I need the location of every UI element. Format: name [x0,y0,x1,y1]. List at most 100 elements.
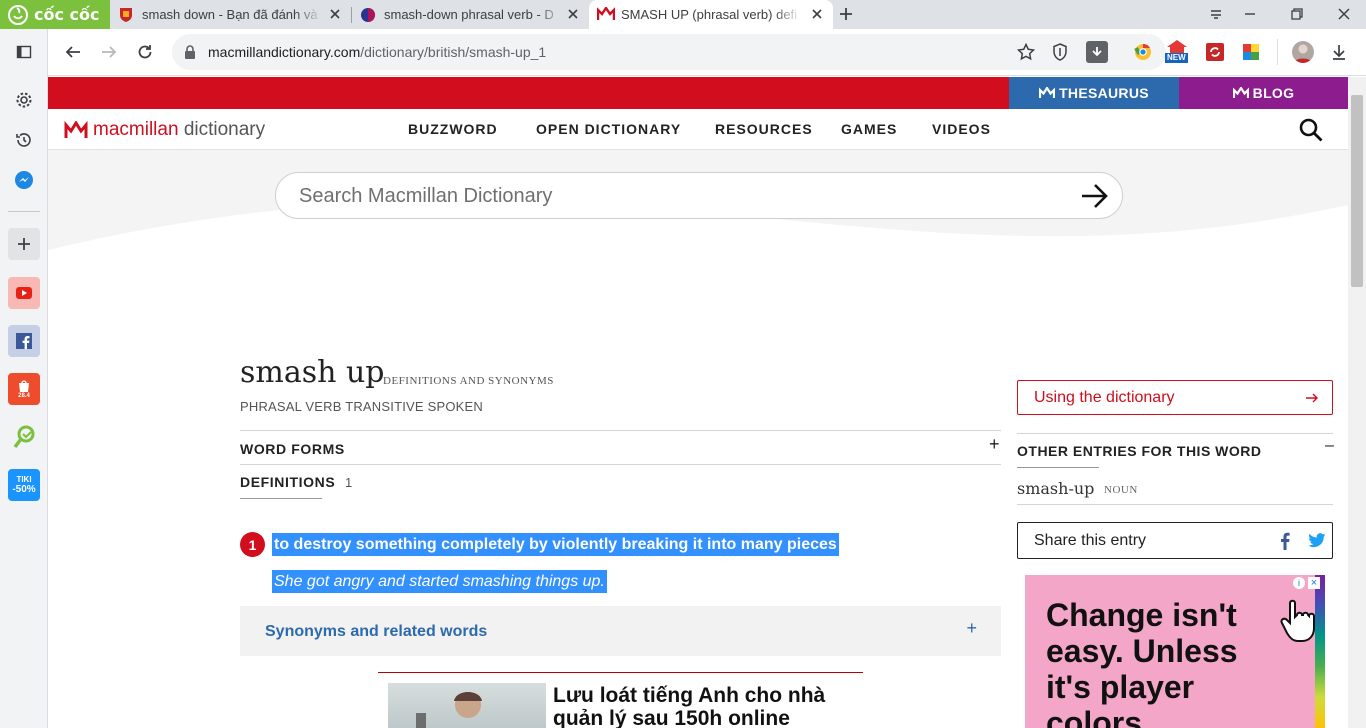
back-arrow-icon[interactable] [65,44,81,60]
coccoc-dictionary-icon[interactable] [8,421,40,453]
nav-open-dictionary[interactable]: OPEN DICTIONARY [536,121,681,137]
example-sentence: She got angry and started smashing thing… [272,570,607,593]
tiki-sale: -50% [12,484,36,495]
downloads-icon[interactable] [1331,44,1347,60]
messenger-icon[interactable] [8,164,40,196]
nav-videos[interactable]: VIDEOS [932,121,991,137]
search-submit-arrow-icon[interactable] [1080,182,1110,210]
site-search-icon[interactable] [1299,118,1323,142]
reload-icon[interactable] [137,44,153,60]
entry-headword: smash up [240,355,385,390]
arrow-right-icon [1305,392,1319,404]
page-scrollbar[interactable] [1348,77,1366,728]
coccoc-logo-icon [8,4,28,25]
forward-arrow-icon[interactable] [101,44,117,60]
side-ad-text: Change isn't easy. Unless it's player co… [1046,597,1238,728]
bookmark-star-icon[interactable] [1017,43,1035,61]
tab-smash-down-vi[interactable]: smash down - Bạn đã đánh và [110,0,351,29]
color-palette-extension-icon[interactable] [1242,43,1260,61]
ad-divider [378,672,863,673]
browser-toolbar: macmillandictionary.com/dictionary/briti… [48,29,1366,76]
facebook-icon[interactable] [8,325,40,357]
site-nav: macmillan dictionary BUZZWORD OPEN DICTI… [48,109,1348,150]
share-label: Share this entry [1034,532,1147,549]
word-forms-toggle[interactable]: WORD FORMS [240,441,345,457]
close-tab-icon[interactable] [809,6,825,22]
sidebar-toggle-icon[interactable] [8,36,40,68]
dictionary-search-input[interactable] [299,183,1039,209]
ad-thumbnail-image[interactable] [388,683,546,728]
logo-part2: dictionary [183,119,266,140]
thesaurus-link[interactable]: THESAURUS [1009,77,1179,109]
tab-smash-up-active[interactable]: SMASH UP (phrasal verb) defi [589,0,833,29]
cambridge-shield-icon [118,7,134,23]
address-bar[interactable]: macmillandictionary.com/dictionary/briti… [172,34,1166,70]
url-text: macmillandictionary.com/dictionary/briti… [208,44,546,60]
tiki-icon[interactable]: TIKI -50% [8,469,40,501]
toolbar-divider [1277,39,1278,65]
adchoices-info-icon[interactable]: i [1293,577,1305,589]
nav-resources[interactable]: RESOURCES [715,121,813,137]
nav-buzzword[interactable]: BUZZWORD [408,121,498,137]
facebook-share-icon[interactable] [1280,532,1290,550]
ad-close-icon[interactable]: × [1308,577,1320,589]
download-page-icon[interactable] [1086,41,1108,63]
entry-pos-labels: PHRASAL VERB TRANSITIVE SPOKEN [240,399,483,414]
window-close-button[interactable] [1336,6,1352,22]
definition-number-badge: 1 [240,532,265,557]
dictionary-globe-icon [360,7,376,23]
macmillan-logo-icon [597,6,615,23]
thesaurus-logo-icon [1039,87,1056,99]
profile-avatar[interactable] [1292,41,1314,63]
entry-subtitle: DEFINITIONS AND SYNONYMS [383,375,554,387]
dictionary-search-box[interactable] [275,172,1123,219]
twitter-share-icon[interactable] [1308,533,1326,548]
close-tab-icon[interactable] [327,6,343,22]
red-extension-icon[interactable] [1206,43,1224,61]
ad-headline[interactable]: Lưu loát tiếng Anh cho nhà quản lý sau 1… [553,684,853,728]
browser-sidebar: 28.4 TIKI -50% [0,29,48,728]
settings-gear-icon[interactable] [8,84,40,116]
shopee-icon[interactable]: 28.4 [8,373,40,405]
using-the-dictionary-link[interactable]: Using the dictionary [1017,380,1333,415]
definition-text: to destroy something completely by viole… [272,533,839,556]
extension-new-badge: NEW [1165,53,1188,63]
definitions-count: 1 [345,475,353,490]
divider [240,430,1001,431]
new-tab-button[interactable] [838,6,854,22]
tab-title: smash down - Bạn đã đánh và [142,7,318,22]
synonyms-accordion[interactable]: Synonyms and related words + [240,606,1001,656]
definitions-heading: DEFINITIONS [240,474,336,490]
history-icon[interactable] [8,124,40,156]
divider [1017,433,1333,434]
close-tab-icon[interactable] [565,6,581,22]
brand-label: cốc cốc [34,5,100,24]
definitions-underline [240,498,322,499]
nav-games[interactable]: GAMES [841,121,897,137]
tab-smash-down-phrasal[interactable]: smash-down phrasal verb - D [352,0,589,29]
shield-icon[interactable] [1052,43,1068,61]
collapse-minus-icon[interactable]: – [1325,437,1334,455]
synonyms-plus-icon[interactable]: + [966,618,977,639]
macmillan-logo[interactable]: macmillan dictionary [64,119,265,141]
word-forms-plus-icon[interactable]: + [989,434,1000,455]
side-advertisement[interactable]: Change isn't easy. Unless it's player co… [1025,575,1325,728]
minimize-button[interactable] [1242,6,1258,22]
restore-button[interactable] [1289,6,1305,22]
lock-icon[interactable] [184,45,196,59]
other-entries-heading[interactable]: OTHER ENTRIES FOR THIS WORD [1017,443,1262,459]
tab-search-icon[interactable] [1209,6,1223,22]
share-entry-box: Share this entry [1017,522,1333,559]
using-label: Using the dictionary [1034,389,1175,406]
youtube-icon[interactable] [8,277,40,309]
chrome-extension-icon[interactable] [1134,43,1152,61]
other-entry-link[interactable]: smash-up [1017,479,1094,498]
shopee-badge: 28.4 [18,392,30,399]
add-shortcut-icon[interactable] [8,228,40,260]
blog-link[interactable]: BLOG [1179,77,1348,109]
scrollbar-thumb[interactable] [1351,95,1363,287]
tab-title: SMASH UP (phrasal verb) defi [621,7,798,22]
other-entry-pos: NOUN [1104,484,1138,496]
new-extension-icon[interactable]: NEW [1165,39,1193,65]
coccoc-menu-button[interactable]: cốc cốc [0,0,110,29]
